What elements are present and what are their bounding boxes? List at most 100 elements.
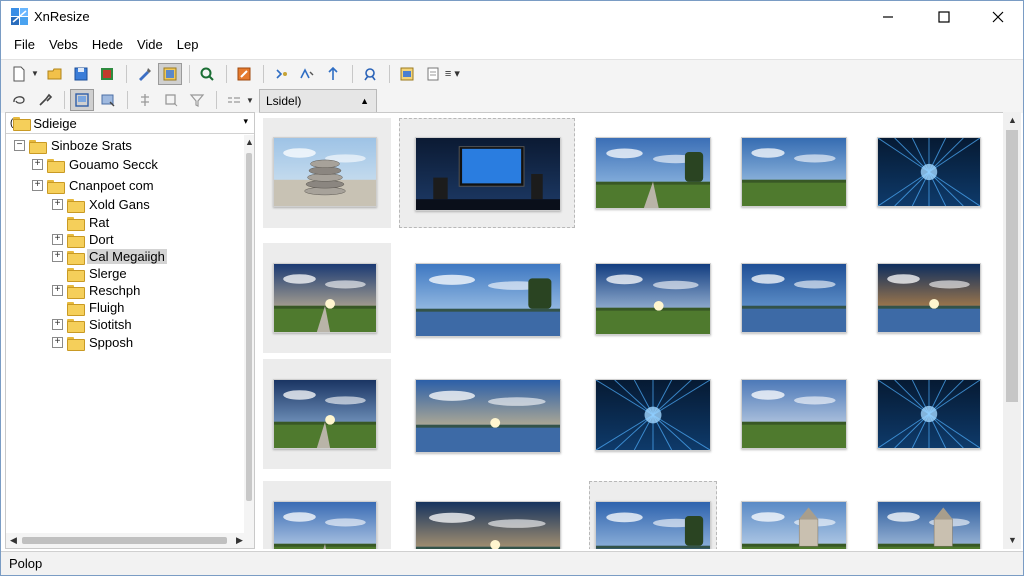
thumbnail-image[interactable]: [595, 137, 711, 209]
folder-tree-item[interactable]: + Xold Gans: [52, 196, 152, 213]
maximize-button[interactable]: [921, 1, 967, 33]
menu-window[interactable]: Vide: [130, 33, 170, 57]
tools-button[interactable]: [33, 89, 57, 111]
browse-button[interactable]: [157, 62, 182, 85]
expand-icon[interactable]: +: [52, 251, 63, 262]
crop-button[interactable]: [159, 89, 183, 111]
align-button[interactable]: [133, 89, 157, 111]
preview-view-button[interactable]: [96, 89, 120, 111]
folder-icon: [47, 158, 65, 173]
folder-icon: [47, 179, 65, 194]
thumbnail-image[interactable]: [741, 137, 847, 207]
folder-icon: [67, 336, 85, 351]
new-dropdown-arrow[interactable]: ▼: [31, 69, 39, 78]
menu-file[interactable]: File: [7, 33, 42, 57]
secondary-toolbar: ▼: [1, 87, 1023, 113]
thumbnail-image[interactable]: [415, 263, 561, 337]
settings-button[interactable]: [421, 63, 445, 85]
scroll-thumb[interactable]: [246, 153, 252, 501]
folder-tree-label: Sinboze Srats: [51, 138, 132, 153]
edit-button[interactable]: [132, 63, 156, 85]
collapse-icon[interactable]: −: [14, 140, 25, 151]
export-button[interactable]: [232, 63, 256, 85]
thumbnail-image[interactable]: [877, 137, 981, 207]
expand-icon[interactable]: +: [52, 285, 63, 296]
minimize-button[interactable]: [865, 1, 911, 33]
expand-icon[interactable]: +: [32, 180, 43, 191]
zoom-button[interactable]: [195, 63, 219, 85]
expand-icon[interactable]: +: [52, 337, 63, 348]
more-options-icon[interactable]: ≡ ▾: [445, 67, 460, 80]
grid-vertical-scrollbar[interactable]: ▲ ▼: [1003, 112, 1021, 549]
expand-icon[interactable]: +: [52, 234, 63, 245]
thumbnail-image[interactable]: [595, 263, 711, 335]
folder-tree-item[interactable]: + Spposh: [52, 334, 135, 351]
list-view-button[interactable]: [222, 89, 246, 111]
scroll-up-icon[interactable]: ▲: [1008, 115, 1017, 125]
thumbnail-image[interactable]: [595, 379, 711, 451]
lasso-button[interactable]: [7, 89, 31, 111]
view-dropdown-arrow[interactable]: ▼: [246, 96, 254, 105]
rotate-left-button[interactable]: [269, 63, 293, 85]
thumbnail-image[interactable]: [415, 501, 561, 549]
thumbnail-image[interactable]: [741, 263, 847, 333]
thumbnail-view-button[interactable]: [70, 89, 94, 111]
menu-edit[interactable]: Vebs: [42, 33, 85, 57]
folder-tree-item[interactable]: Rat: [52, 214, 111, 231]
folder-horizontal-scrollbar[interactable]: ◀ ▶: [6, 533, 254, 548]
folder-tree-item[interactable]: Fluigh: [52, 299, 126, 316]
expand-icon[interactable]: +: [52, 319, 63, 330]
batch-icon: [400, 67, 414, 80]
thumbnail-image[interactable]: [741, 501, 847, 549]
tab-label: Lsidel): [266, 94, 302, 108]
close-button[interactable]: [975, 1, 1021, 33]
open-button[interactable]: [43, 63, 67, 85]
folder-tree-label: Dort: [89, 232, 114, 247]
new-button[interactable]: [7, 63, 31, 85]
scroll-up-icon[interactable]: ▲: [245, 137, 254, 147]
resize-button[interactable]: [358, 63, 382, 85]
folder-tree-item[interactable]: + Siotitsh: [52, 316, 134, 333]
scroll-down-icon[interactable]: ▼: [1008, 535, 1017, 545]
folder-tree-label: Rat: [89, 215, 110, 230]
folder-tree-item[interactable]: + Cnanpoet com: [32, 177, 156, 194]
thumbnail-image[interactable]: [595, 501, 711, 549]
thumbnail-image[interactable]: [877, 263, 981, 333]
folder-tree-item[interactable]: + Dort: [52, 231, 116, 248]
folder-tree-item[interactable]: Slerge: [52, 265, 129, 282]
toolbar-separator: [125, 64, 127, 83]
thumbnail-image[interactable]: [877, 379, 981, 449]
expand-icon[interactable]: +: [32, 159, 43, 170]
folder-tree-item[interactable]: + Cal Megaiigh: [52, 248, 167, 265]
folder-vertical-scrollbar[interactable]: ▲: [244, 135, 254, 533]
scroll-thumb[interactable]: [1006, 130, 1018, 402]
thumbnail-image[interactable]: [415, 137, 561, 211]
chevron-up-icon[interactable]: ▲: [360, 90, 369, 112]
chevron-down-icon[interactable]: ▾: [243, 116, 248, 127]
batch-button[interactable]: [395, 63, 419, 85]
thumbnail-image[interactable]: [273, 501, 377, 549]
filter-button[interactable]: [185, 89, 209, 111]
scroll-left-icon[interactable]: ◀: [10, 535, 17, 546]
tab-browser[interactable]: Lsidel) ▲: [259, 89, 377, 112]
thumbnail-image[interactable]: [741, 379, 847, 449]
thumbnail-image[interactable]: [273, 263, 377, 333]
toolbar-separator: [225, 64, 227, 83]
scroll-right-icon[interactable]: ▶: [236, 535, 243, 546]
rotate-right-button[interactable]: [295, 63, 319, 85]
folder-tree-item[interactable]: − Sinboze Srats: [14, 137, 134, 154]
scroll-thumb[interactable]: [22, 537, 227, 544]
folder-tree-item[interactable]: + Gouamo Secck: [32, 156, 160, 173]
expand-icon[interactable]: +: [52, 199, 63, 210]
menu-view[interactable]: Hede: [85, 33, 130, 57]
folder-icon: [67, 198, 85, 213]
import-button[interactable]: [95, 63, 119, 85]
thumbnail-image[interactable]: [877, 501, 981, 549]
flip-button[interactable]: [321, 63, 345, 85]
folder-tree-item[interactable]: + Reschph: [52, 282, 142, 299]
thumbnail-image[interactable]: [273, 379, 377, 449]
save-button[interactable]: [69, 63, 93, 85]
thumbnail-image[interactable]: [415, 379, 561, 453]
menu-help[interactable]: Lep: [170, 33, 206, 57]
thumbnail-image[interactable]: [273, 137, 377, 207]
